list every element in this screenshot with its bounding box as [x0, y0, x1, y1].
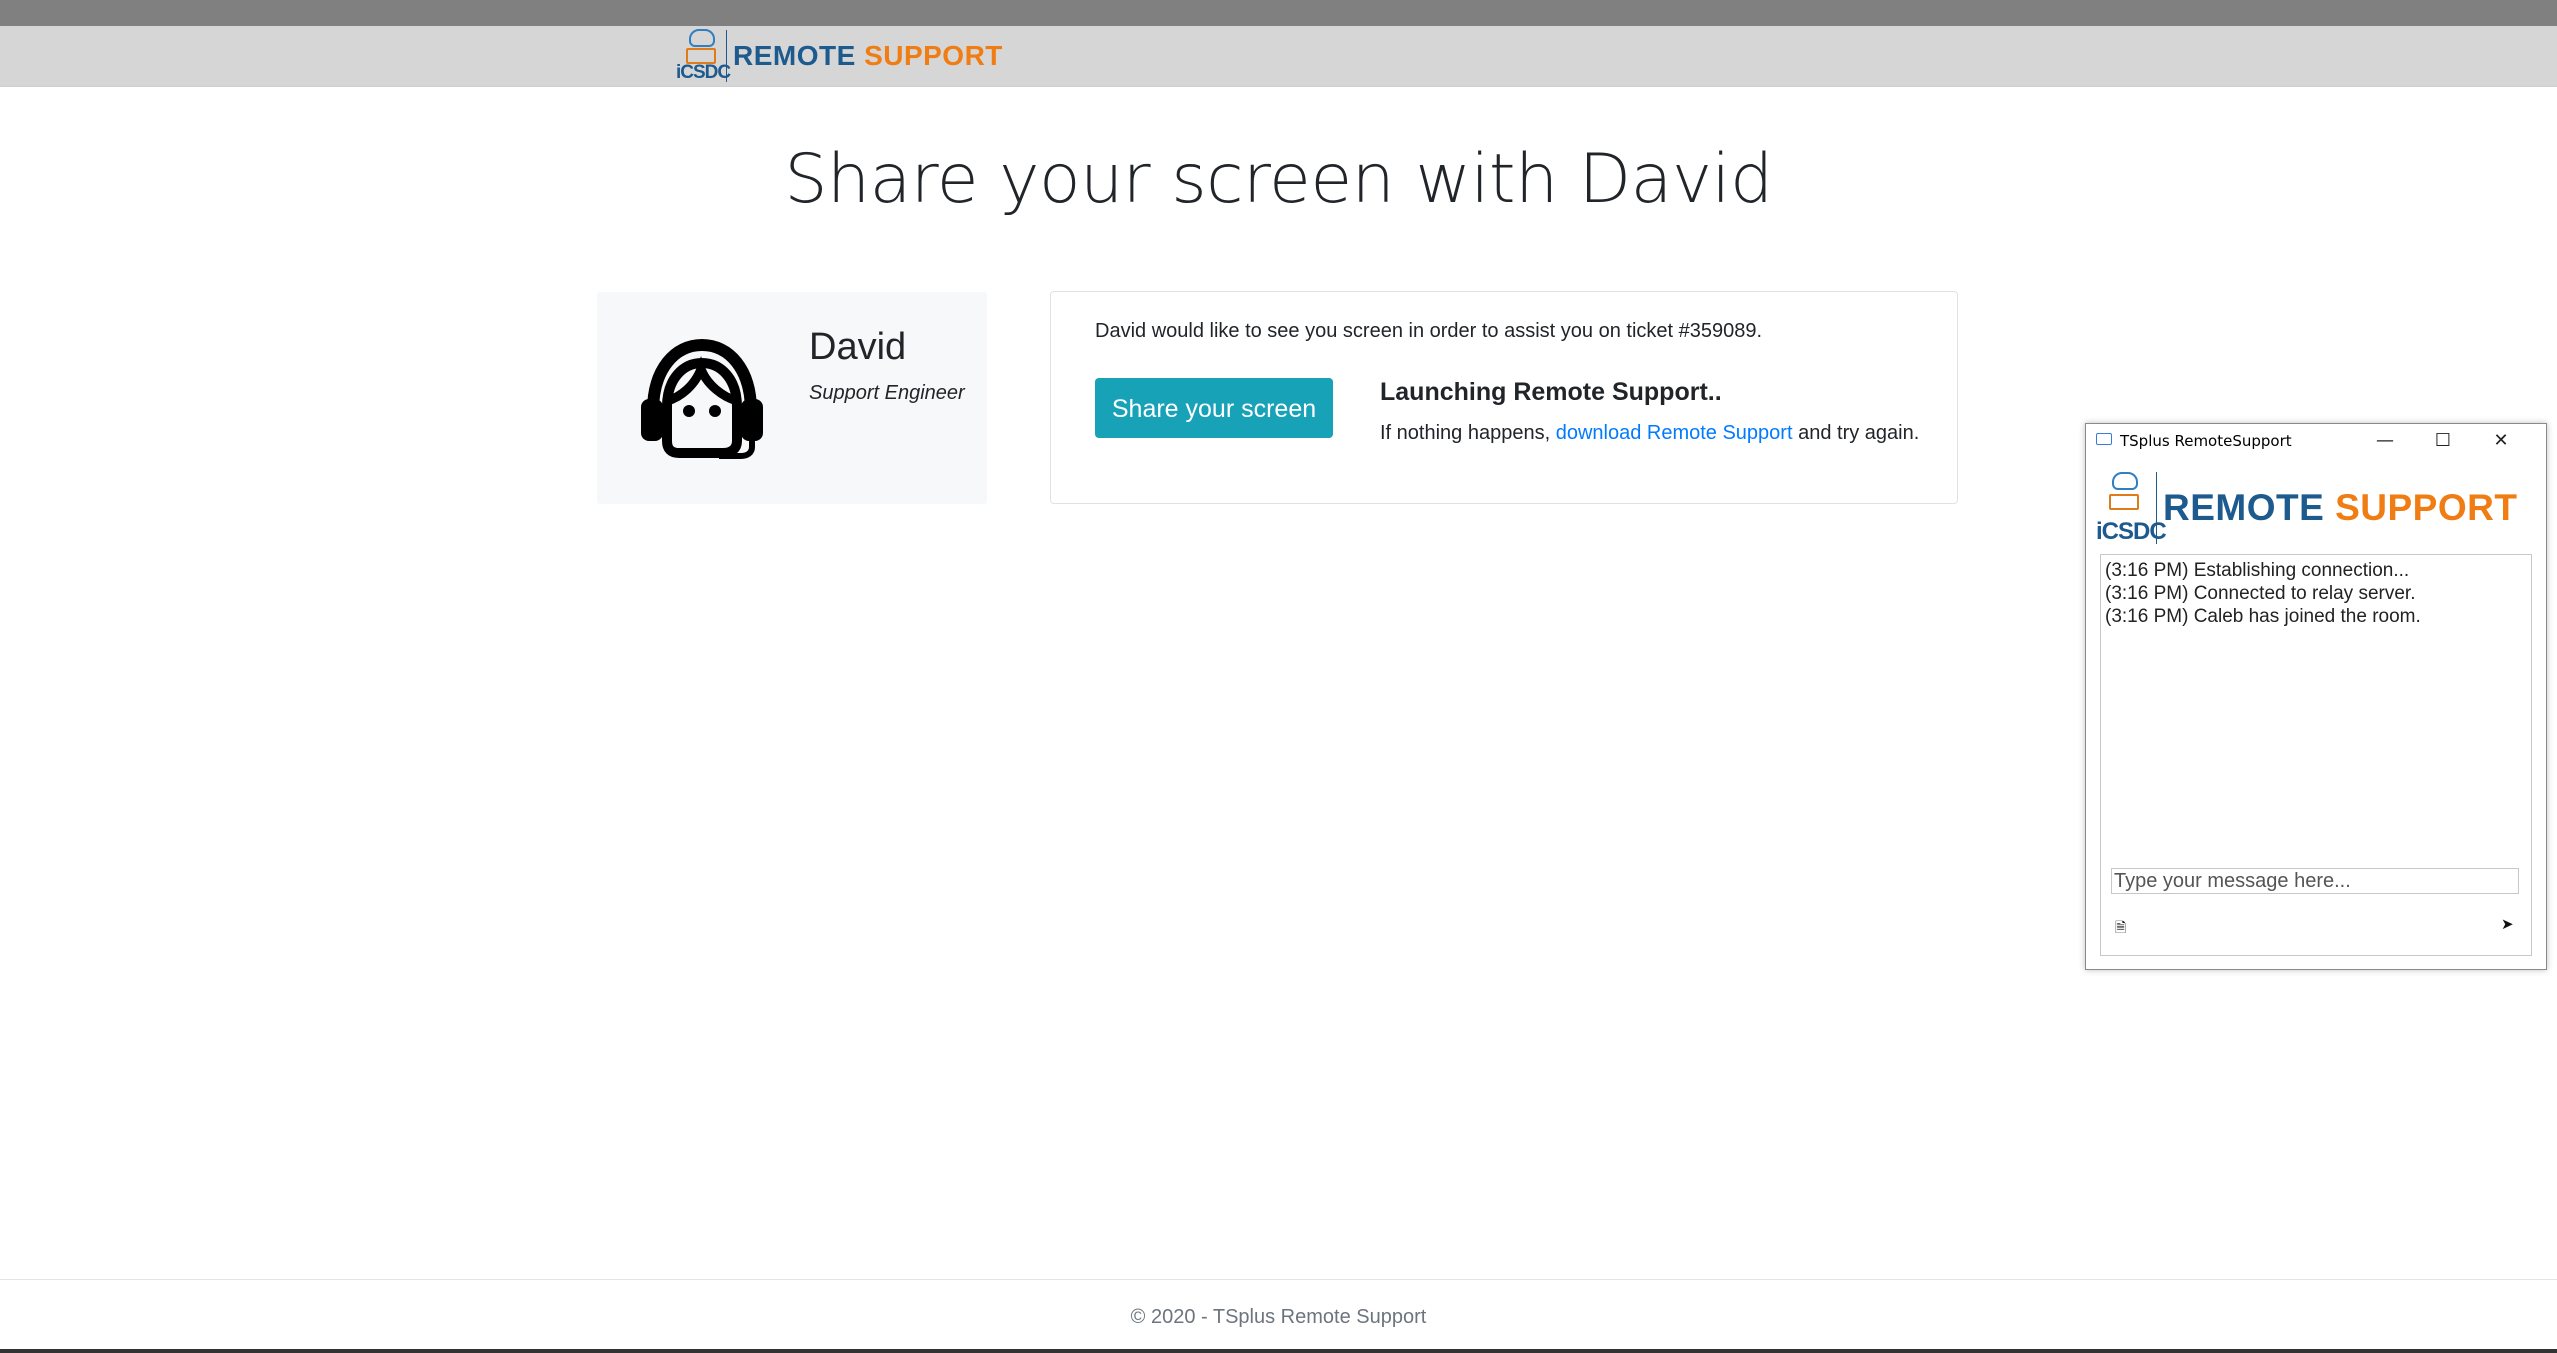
download-remote-support-link[interactable]: download Remote Support: [1556, 422, 1793, 444]
log-line: (3:16 PM) Connected to relay server.: [2105, 583, 2416, 604]
icsdc-logo-icon: iCSDC: [2096, 468, 2167, 548]
icsdc-logo-icon: iCSDC: [676, 26, 731, 86]
page-title: Share your screen with David: [784, 140, 1773, 219]
window-logo-text: REMOTE SUPPORT: [2163, 487, 2518, 528]
attach-file-icon[interactable]: 🗎: [2115, 917, 2126, 941]
window-title: TSplus RemoteSupport: [2120, 432, 2292, 450]
footer-divider: [0, 1279, 2557, 1280]
logo-word-support: SUPPORT: [864, 40, 1003, 71]
log-line: (3:16 PM) Caleb has joined the room.: [2105, 606, 2421, 627]
remote-support-window: TSplus RemoteSupport — ☐ ✕ iCSDC REMOTE …: [2085, 423, 2547, 970]
close-button[interactable]: ✕: [2478, 424, 2524, 458]
request-message: David would like to see you screen in or…: [1095, 320, 1763, 342]
share-screen-button[interactable]: Share your screen: [1095, 378, 1333, 438]
site-logo[interactable]: iCSDC REMOTE SUPPORT: [676, 26, 1003, 86]
headset-agent-icon: [641, 338, 763, 459]
chat-log-lines: (3:16 PM) Establishing connection... (3:…: [2105, 559, 2421, 628]
footer-copyright: © 2020 - TSplus Remote Support: [1130, 1306, 1427, 1328]
log-line: (3:16 PM) Establishing connection...: [2105, 560, 2410, 581]
logo-text: REMOTE SUPPORT: [733, 40, 1003, 72]
browser-top-strip: [0, 0, 2557, 26]
agent-name: David: [809, 326, 907, 368]
chat-log[interactable]: (3:16 PM) Establishing connection... (3:…: [2100, 554, 2532, 956]
site-header: iCSDC REMOTE SUPPORT: [0, 26, 2557, 87]
launch-instructions: If nothing happens, download Remote Supp…: [1380, 422, 1920, 444]
window-logo: iCSDC REMOTE SUPPORT: [2096, 468, 2517, 548]
monitor-icon: [2096, 433, 2112, 445]
minimize-button[interactable]: —: [2362, 424, 2408, 458]
send-icon[interactable]: ➤: [2501, 915, 2514, 933]
launch-title: Launching Remote Support..: [1380, 378, 1722, 406]
chat-message-input[interactable]: [2111, 868, 2519, 894]
logo-word-remote: REMOTE: [733, 40, 856, 71]
agent-role: Support Engineer: [809, 382, 965, 404]
window-titlebar[interactable]: TSplus RemoteSupport — ☐ ✕: [2086, 424, 2546, 458]
maximize-button[interactable]: ☐: [2420, 424, 2466, 458]
agent-card: David Support Engineer: [597, 292, 987, 504]
share-info-card: David would like to see you screen in or…: [1050, 291, 1958, 504]
bottom-bar: [0, 1349, 2557, 1353]
